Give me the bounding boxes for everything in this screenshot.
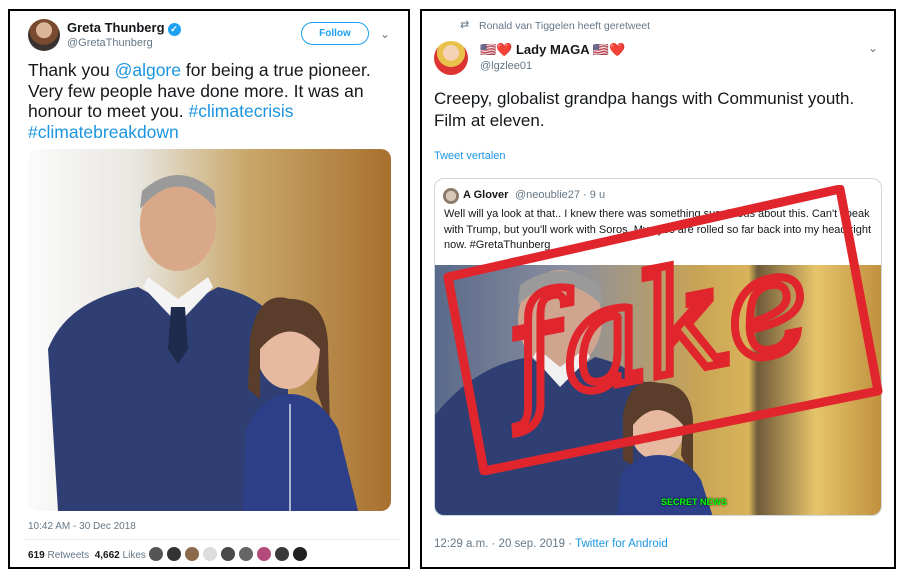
liker-avatar[interactable]: [292, 546, 308, 562]
engagement-stats: 619 Retweets 4,662 Likes: [28, 550, 146, 561]
tweet-photo[interactable]: [28, 149, 391, 511]
tweet-text: Creepy, globalist grandpa hangs with Com…: [434, 89, 855, 130]
hashtag-link[interactable]: #climatecrisis: [189, 101, 294, 121]
client-link[interactable]: Twitter for Android: [575, 538, 668, 550]
hashtag-link[interactable]: #climatebreakdown: [28, 122, 179, 142]
original-tweet-panel: Greta Thunberg ✓ @GretaThunberg Follow ⌄ …: [8, 9, 410, 569]
author-handle[interactable]: @GretaThunberg: [67, 37, 153, 49]
quoted-tweet-text: Well will ya look at that.. I knew there…: [444, 208, 871, 251]
mention-link[interactable]: @algore: [115, 60, 181, 80]
follow-button[interactable]: Follow: [301, 22, 369, 45]
author-name[interactable]: Greta Thunberg ✓: [67, 20, 181, 36]
author-name-text[interactable]: Greta Thunberg: [67, 20, 165, 35]
author-avatar[interactable]: [28, 19, 60, 51]
author-handle[interactable]: @lgzlee01: [480, 60, 532, 72]
tweet-meta: 12:29 a.m. · 20 sep. 2019 · Twitter for …: [434, 538, 668, 550]
liker-avatars: [148, 546, 310, 562]
like-label[interactable]: Likes: [123, 550, 146, 561]
quoted-tweet[interactable]: A Glover @neoublie27 · 9 u Well will ya …: [434, 178, 882, 516]
author-name[interactable]: 🇺🇸❤️ Lady MAGA 🇺🇸❤️: [480, 42, 625, 58]
tweet-timestamp[interactable]: 12:29 a.m. · 20 sep. 2019 ·: [434, 538, 575, 550]
chevron-down-icon[interactable]: ⌄: [380, 27, 390, 41]
author-avatar[interactable]: [434, 41, 468, 75]
liker-avatar[interactable]: [274, 546, 290, 562]
photo-illustration: [435, 270, 713, 515]
liker-avatar[interactable]: [220, 546, 236, 562]
photo-watermark: SECRET NEWS: [661, 497, 728, 507]
tweet-timestamp[interactable]: 10:42 AM - 30 Dec 2018: [28, 521, 136, 532]
retweet-icon: ⇄: [460, 19, 470, 31]
retweet-panel: ⇄ Ronald van Tiggelen heeft geretweet 🇺🇸…: [420, 9, 896, 569]
quoted-author-name: A Glover: [463, 189, 509, 201]
liker-avatar[interactable]: [148, 546, 164, 562]
like-count[interactable]: 4,662: [95, 550, 120, 561]
retweet-label[interactable]: Retweets: [47, 550, 89, 561]
quoted-author-avatar: [443, 188, 459, 204]
photo-illustration: [48, 175, 358, 511]
quoted-tweet-photo[interactable]: SECRET NEWS: [435, 265, 881, 515]
liker-avatar[interactable]: [184, 546, 200, 562]
retweet-count[interactable]: 619: [28, 550, 45, 561]
liker-avatar[interactable]: [256, 546, 272, 562]
quoted-author-handle: @neoublie27 · 9 u: [515, 189, 606, 201]
verified-badge-icon: ✓: [167, 23, 181, 36]
chevron-down-icon[interactable]: ⌄: [868, 41, 878, 55]
translate-link[interactable]: Tweet vertalen: [434, 150, 506, 162]
liker-avatar[interactable]: [238, 546, 254, 562]
liker-avatar[interactable]: [202, 546, 218, 562]
tweet-text: Thank you @algore for being a true pione…: [28, 60, 371, 142]
retweet-context[interactable]: Ronald van Tiggelen heeft geretweet: [479, 20, 650, 32]
divider: [24, 539, 400, 540]
liker-avatar[interactable]: [166, 546, 182, 562]
